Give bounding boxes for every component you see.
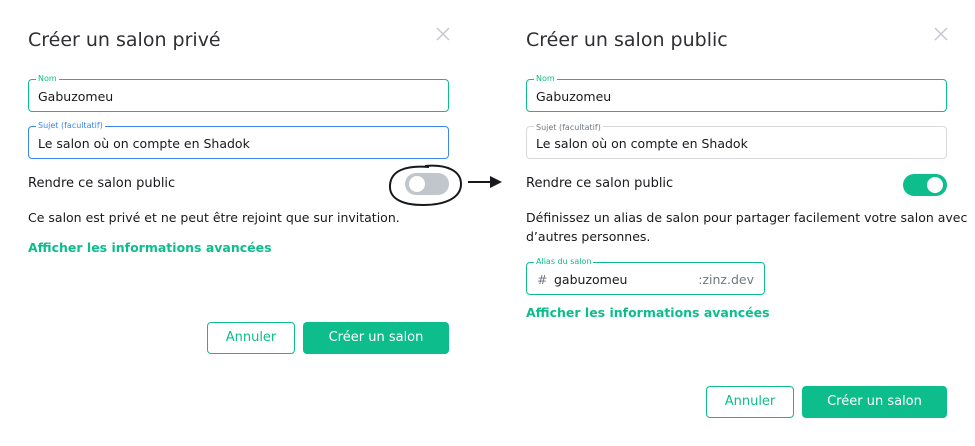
alias-description-line1: Définissez un alias de salon pour partag… (526, 210, 968, 225)
name-field[interactable]: Nom Gabuzomeu (526, 74, 947, 112)
close-icon[interactable] (436, 27, 450, 41)
public-room-dialog: Créer un salon public Nom Gabuzomeu Suje… (500, 0, 970, 446)
public-toggle[interactable] (903, 174, 947, 196)
privacy-description: Ce salon est privé et ne peut être rejoi… (28, 210, 400, 225)
toggle-knob (409, 176, 425, 192)
show-advanced-link[interactable]: Afficher les informations avancées (526, 305, 770, 320)
topic-field-value: Le salon où on compte en Shadok (536, 136, 748, 151)
topic-field-legend: Sujet (facultatif) (534, 123, 603, 133)
close-icon[interactable] (934, 27, 948, 41)
alias-field[interactable]: Alias du salon # gabuzomeu :zinz.dev (526, 257, 765, 295)
toggle-knob (927, 177, 943, 193)
alias-field-value: gabuzomeu (554, 272, 628, 287)
create-room-button[interactable]: Créer un salon (802, 386, 947, 418)
name-field-value: Gabuzomeu (38, 89, 114, 104)
topic-field-value: Le salon où on compte en Shadok (38, 136, 250, 151)
private-room-dialog: Créer un salon privé Nom Gabuzomeu Sujet… (0, 0, 470, 446)
alias-field-legend: Alias du salon (534, 257, 594, 267)
topic-field[interactable]: Sujet (facultatif) Le salon où on compte… (526, 123, 947, 159)
topic-field-legend: Sujet (facultatif) (36, 121, 105, 131)
dialog-title: Créer un salon public (526, 29, 728, 51)
name-field-legend: Nom (534, 74, 557, 84)
alias-suffix: :zinz.dev (698, 272, 754, 287)
public-toggle-label: Rendre ce salon public (526, 176, 674, 191)
dialog-title: Créer un salon privé (28, 29, 221, 51)
create-room-button[interactable]: Créer un salon (303, 322, 449, 354)
name-field-legend: Nom (36, 74, 59, 84)
show-advanced-link[interactable]: Afficher les informations avancées (28, 240, 272, 255)
cancel-button[interactable]: Annuler (706, 386, 794, 418)
public-toggle-label: Rendre ce salon public (28, 176, 176, 191)
alias-prefix: # (537, 272, 548, 287)
cancel-button[interactable]: Annuler (207, 322, 295, 354)
topic-field[interactable]: Sujet (facultatif) Le salon où on compte… (28, 121, 449, 159)
alias-description-line2: d’autres personnes. (526, 229, 651, 244)
public-toggle[interactable] (405, 173, 449, 195)
name-field-value: Gabuzomeu (536, 89, 612, 104)
name-field[interactable]: Nom Gabuzomeu (28, 74, 449, 112)
